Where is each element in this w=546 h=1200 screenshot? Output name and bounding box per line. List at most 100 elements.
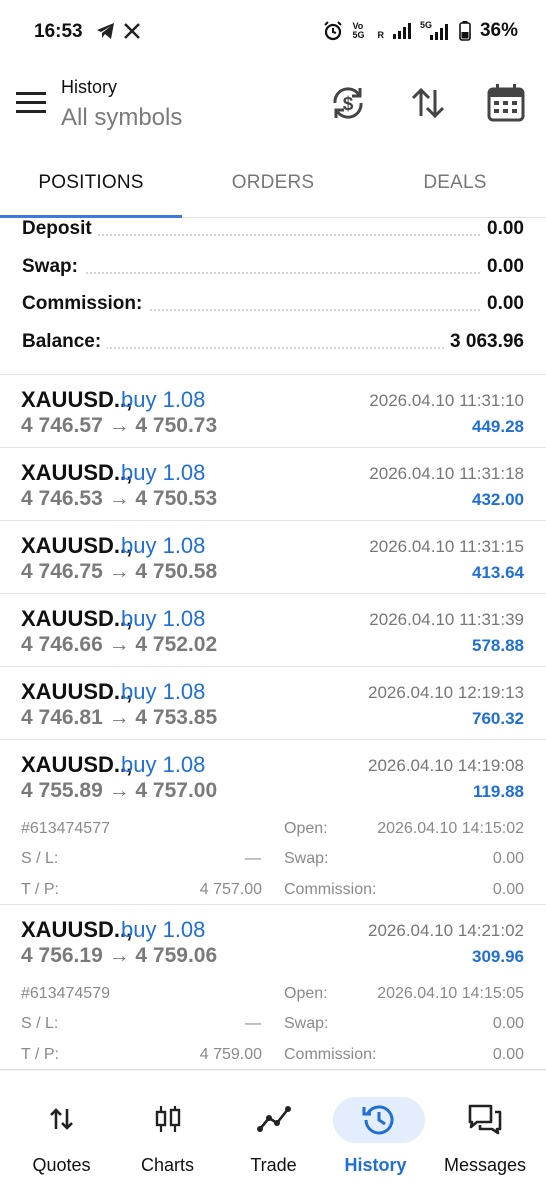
swap-label: Swap: <box>284 1015 329 1032</box>
position-prices: 4 746.57 → 4 750.73 <box>21 414 218 437</box>
x-icon <box>124 23 140 39</box>
position-profit: 309.96 <box>472 947 524 966</box>
open-label: Open: <box>284 985 328 1002</box>
calendar-button[interactable] <box>485 82 527 124</box>
sort-icon <box>411 87 445 119</box>
page-title: History <box>61 77 118 97</box>
position-time: 2026.04.10 11:31:18 <box>369 464 524 483</box>
sl-label: S / L: <box>21 850 59 867</box>
position-row[interactable]: XAUUSD.., buy 1.08 4 746.57 → 4 750.73 2… <box>0 375 546 448</box>
positions-list: XAUUSD.., buy 1.08 4 746.57 → 4 750.73 2… <box>0 375 546 1070</box>
open-value: 2026.04.10 14:15:02 <box>377 820 524 837</box>
commission-value: 0.00 <box>492 1046 524 1063</box>
swap-value: 0.00 <box>492 1015 524 1032</box>
position-time: 2026.04.10 11:31:39 <box>369 610 524 629</box>
position-prices: 4 746.81 → 4 753.85 <box>21 706 218 729</box>
volte-icon: Vo 5G <box>352 21 365 40</box>
position-symbol: XAUUSD.., <box>21 460 133 485</box>
position-ticket: #613474577 <box>21 820 110 837</box>
position-row-expanded[interactable]: XAUUSD.., buy 1.08 4 755.89 → 4 757.00 2… <box>0 740 546 905</box>
position-profit: 578.88 <box>472 636 524 655</box>
app-header: History All symbols $ <box>0 64 546 160</box>
hamburger-icon <box>16 92 46 113</box>
roaming-indicator: R <box>377 29 384 40</box>
quotes-arrows-icon <box>49 1108 73 1130</box>
summary-label: Swap: <box>22 255 84 278</box>
position-prices: 4 755.89 → 4 757.00 <box>21 779 218 802</box>
position-time: 2026.04.10 11:31:15 <box>369 537 524 556</box>
nav-trade[interactable]: Trade <box>219 1071 328 1191</box>
position-time: 2026.04.10 12:19:13 <box>368 683 524 702</box>
position-side: buy 1.08 <box>121 606 206 631</box>
position-ticket: #613474579 <box>21 985 110 1002</box>
nav-label: Quotes <box>32 1155 91 1175</box>
alarm-icon <box>324 21 343 41</box>
trade-line-icon <box>256 1106 291 1132</box>
position-row[interactable]: XAUUSD.., buy 1.08 4 746.66 → 4 752.02 2… <box>0 594 546 667</box>
position-time: 2026.04.10 14:21:02 <box>368 921 524 940</box>
swap-value: 0.00 <box>492 850 524 867</box>
summary-row-deposit: Deposit 0.00 <box>0 212 546 250</box>
position-prices: 4 746.75 → 4 750.58 <box>21 560 218 583</box>
position-prices: 4 746.53 → 4 750.53 <box>21 487 218 510</box>
tab-positions[interactable]: POSITIONS <box>0 160 182 218</box>
tp-label: T / P: <box>21 1046 59 1063</box>
position-symbol: XAUUSD.., <box>21 606 133 631</box>
position-side: buy 1.08 <box>121 387 206 412</box>
sl-value: — <box>245 1015 261 1032</box>
summary-label: Balance: <box>22 330 108 353</box>
svg-text:$: $ <box>343 94 354 115</box>
position-profit: 760.32 <box>472 709 524 728</box>
bottom-navigation: Quotes Charts Trade History Messages <box>0 1070 546 1200</box>
commission-label: Commission: <box>284 1046 377 1063</box>
commission-value: 0.00 <box>492 881 524 898</box>
symbol-filter[interactable]: All symbols <box>61 104 182 132</box>
nav-charts[interactable]: Charts <box>113 1071 222 1191</box>
commission-label: Commission: <box>284 881 377 898</box>
battery-icon <box>459 21 471 41</box>
position-symbol: XAUUSD.., <box>21 917 133 942</box>
battery-percent: 36% <box>479 20 518 41</box>
position-row[interactable]: XAUUSD.., buy 1.08 4 746.75 → 4 750.58 2… <box>0 521 546 594</box>
summary-label: Deposit <box>22 218 98 240</box>
nav-history[interactable]: History <box>331 1071 440 1191</box>
tp-value: 4 759.00 <box>199 1046 262 1063</box>
dotted-leader <box>22 271 524 274</box>
tab-deals[interactable]: DEALS <box>364 160 546 218</box>
nav-quotes[interactable]: Quotes <box>7 1071 116 1191</box>
sort-button[interactable] <box>407 82 449 124</box>
nav-label: Trade <box>250 1155 297 1175</box>
summary-row-balance: Balance: 3 063.96 <box>0 325 546 363</box>
status-time: 16:53 <box>34 21 83 42</box>
summary-value: 3 063.96 <box>444 330 524 353</box>
status-bar: 16:53 Vo 5G R 5G 36% <box>0 0 546 64</box>
history-clock-icon <box>362 1105 394 1135</box>
nav-label: Charts <box>140 1155 194 1175</box>
position-row[interactable]: XAUUSD.., buy 1.08 4 746.53 → 4 750.53 2… <box>0 448 546 521</box>
nav-label: History <box>344 1155 407 1175</box>
nav-messages[interactable]: Messages <box>430 1071 540 1191</box>
tab-orders[interactable]: ORDERS <box>182 160 364 218</box>
position-side: buy 1.08 <box>121 917 206 942</box>
nav-label: Messages <box>443 1155 527 1175</box>
position-row[interactable]: XAUUSD.., buy 1.08 4 746.81 → 4 753.85 2… <box>0 667 546 740</box>
position-prices: 4 756.19 → 4 759.06 <box>21 944 218 967</box>
position-side: buy 1.08 <box>121 460 206 485</box>
currency-refresh-button[interactable]: $ <box>327 82 369 124</box>
menu-button[interactable] <box>14 88 48 118</box>
position-prices: 4 746.66 → 4 752.02 <box>21 633 218 656</box>
tp-label: T / P: <box>21 881 59 898</box>
sl-value: — <box>245 850 261 867</box>
summary-panel: Deposit 0.00 Swap: 0.00 Commission: 0.00… <box>0 212 546 362</box>
position-profit: 449.28 <box>472 417 524 436</box>
position-row-expanded[interactable]: XAUUSD.., buy 1.08 4 756.19 → 4 759.06 2… <box>0 905 546 1070</box>
position-symbol: XAUUSD.., <box>21 752 133 777</box>
position-time: 2026.04.10 11:31:10 <box>369 391 524 410</box>
position-side: buy 1.08 <box>121 752 206 777</box>
telegram-icon <box>97 23 114 39</box>
summary-value: 0.00 <box>481 255 524 278</box>
status-left-icons <box>96 22 140 40</box>
position-side: buy 1.08 <box>121 679 206 704</box>
position-profit: 432.00 <box>472 490 524 509</box>
open-value: 2026.04.10 14:15:05 <box>377 985 524 1002</box>
